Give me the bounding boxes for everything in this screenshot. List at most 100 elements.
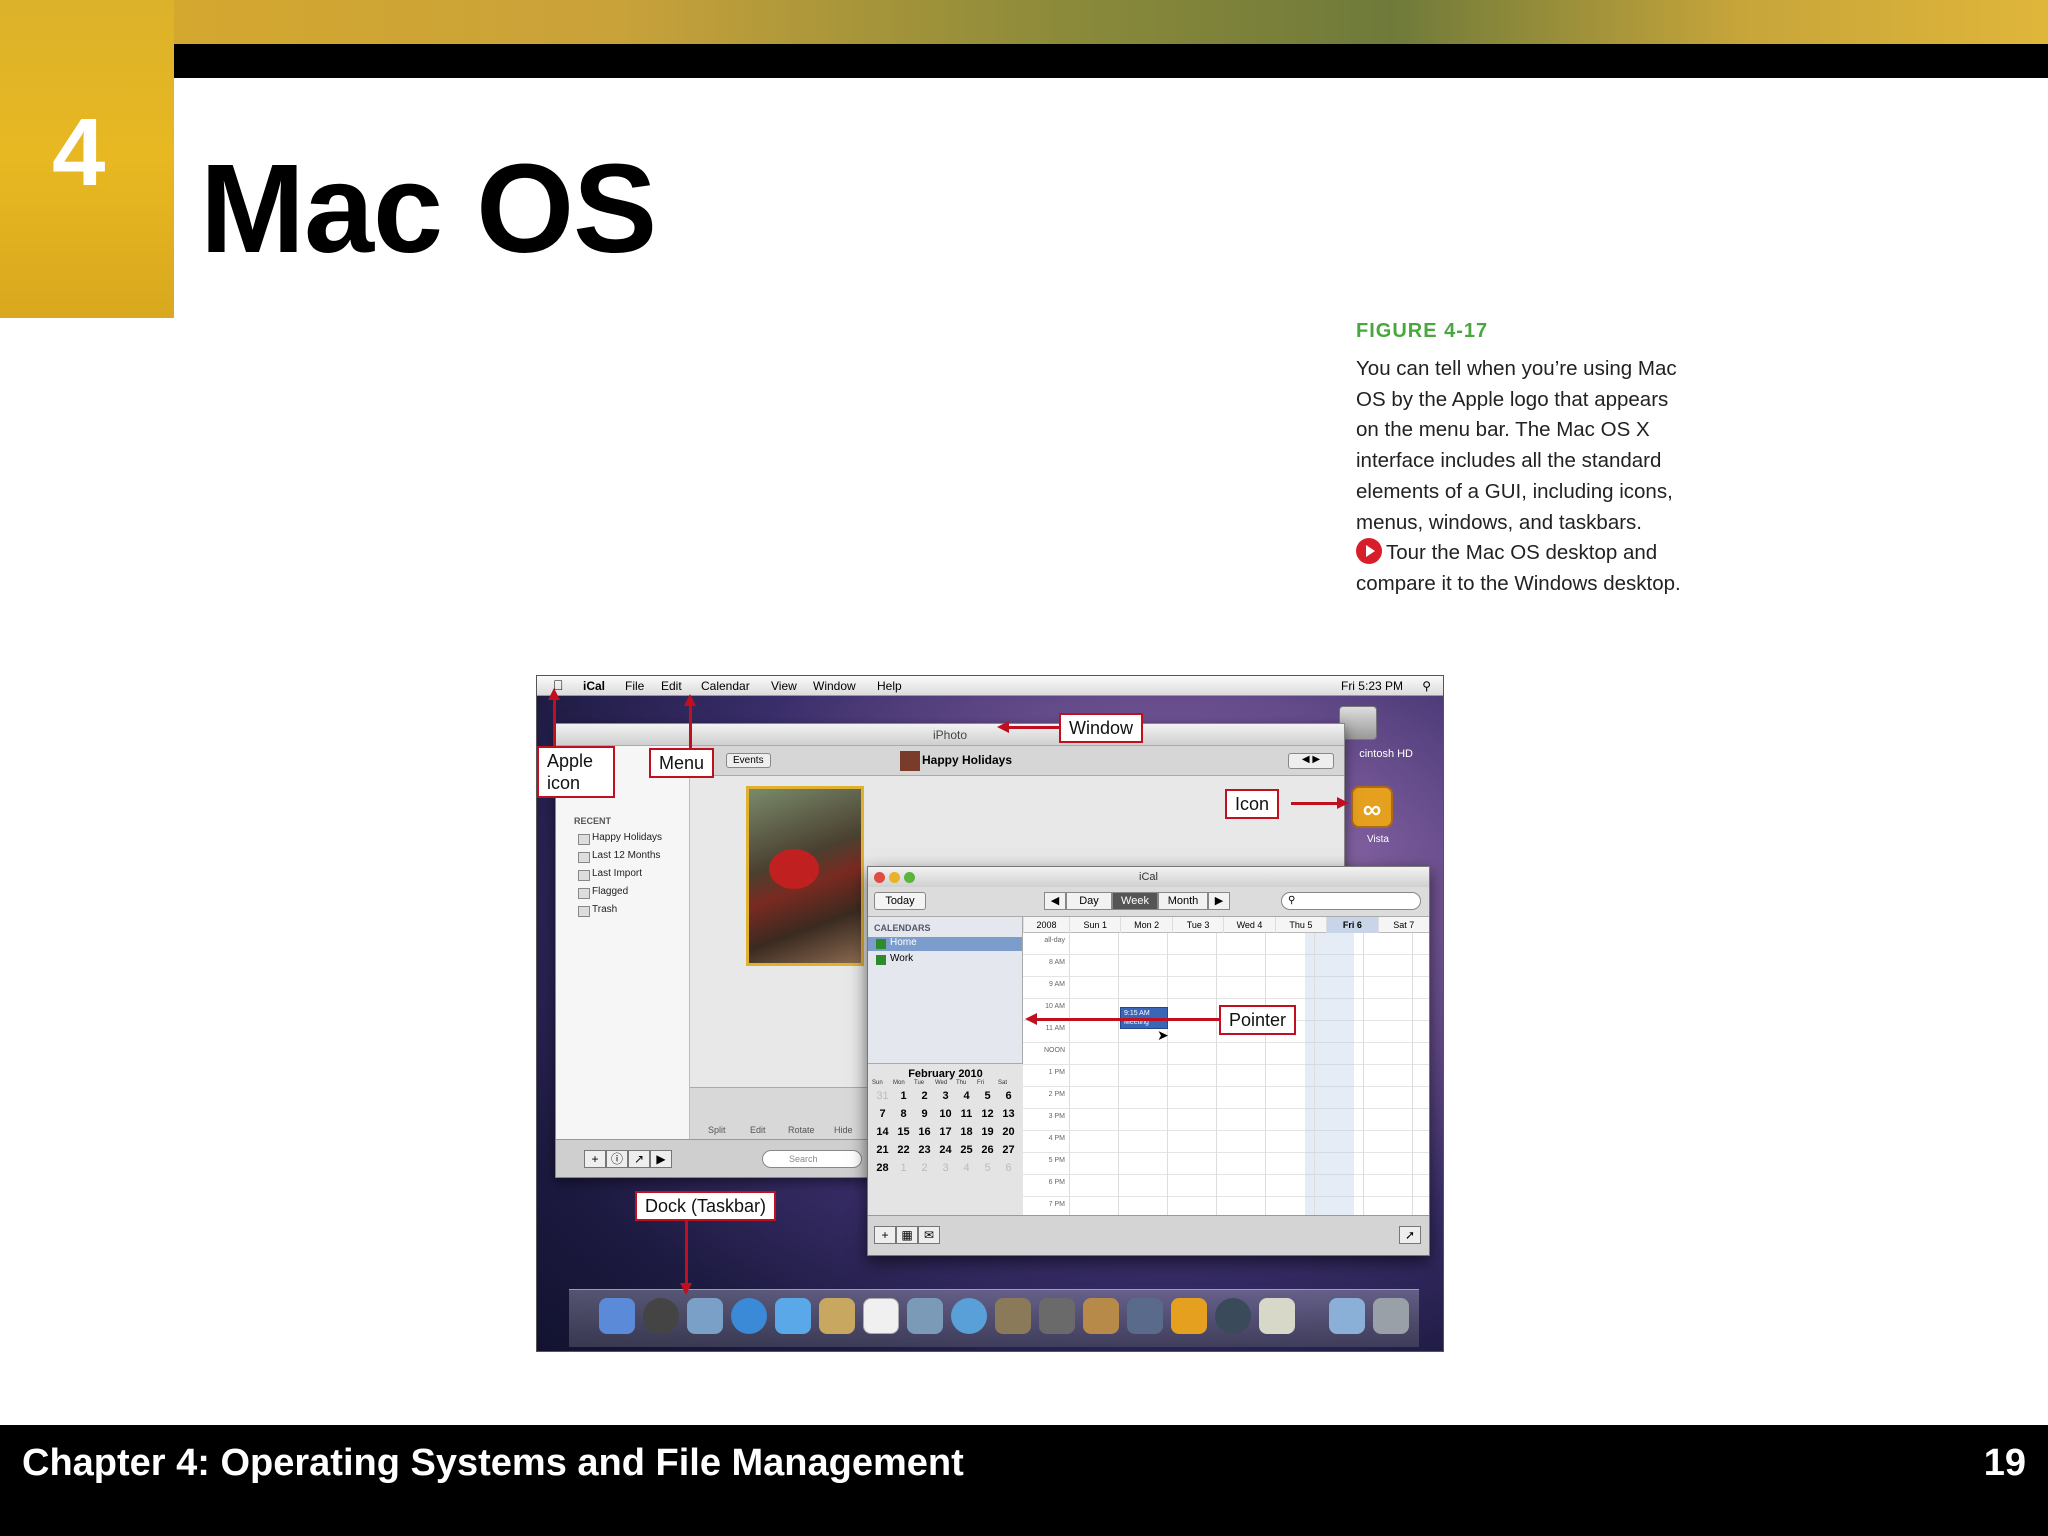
info-button[interactable]: ⓘ bbox=[606, 1150, 628, 1168]
year-label: 2008 bbox=[1023, 917, 1069, 933]
dow-label: Wed bbox=[935, 1080, 948, 1086]
day-header[interactable]: Sun 1 bbox=[1069, 917, 1120, 933]
hard-drive-label: cintosh HD bbox=[1359, 748, 1413, 760]
tab-day[interactable]: Day bbox=[1066, 892, 1112, 910]
today-button[interactable]: Today bbox=[874, 892, 926, 910]
trash-icon[interactable] bbox=[1373, 1298, 1409, 1334]
tool-rotate[interactable]: Rotate bbox=[788, 1125, 815, 1135]
pin-button[interactable]: ➚ bbox=[1399, 1226, 1421, 1244]
textedit-icon[interactable] bbox=[1259, 1298, 1295, 1334]
add-event-button[interactable]: + bbox=[874, 1226, 896, 1244]
ical-search-input[interactable]: ⚲ bbox=[1281, 892, 1421, 910]
menu-edit[interactable]: Edit bbox=[661, 679, 682, 693]
menu-bar:  iCal File Edit Calendar View Window He… bbox=[537, 676, 1443, 696]
sidebar-item-trash[interactable]: Trash bbox=[577, 904, 617, 917]
tool-split[interactable]: Split bbox=[708, 1125, 726, 1135]
calendar-toggle-button[interactable]: ▦ bbox=[896, 1226, 918, 1244]
tool-hide[interactable]: Hide bbox=[834, 1125, 853, 1135]
arrow-icon bbox=[1291, 802, 1337, 805]
tab-week[interactable]: Week bbox=[1112, 892, 1158, 910]
dow-label: Tue bbox=[914, 1080, 925, 1086]
mini-month-title: February 2010 bbox=[908, 1068, 983, 1080]
ical-titlebar[interactable]: iCal bbox=[868, 867, 1429, 887]
ichat-icon[interactable] bbox=[775, 1298, 811, 1334]
iphoto-titlebar[interactable]: iPhoto bbox=[556, 724, 1344, 746]
fullscreen-button[interactable]: ↗ bbox=[628, 1150, 650, 1168]
hour-label: NOON bbox=[1044, 1047, 1065, 1054]
album-thumbnail bbox=[900, 751, 920, 771]
mail-icon[interactable] bbox=[687, 1298, 723, 1334]
mini-days[interactable]: 31 1 2 3 4 5 6 7 8 9 10 11 12 13 14 15 16 17 18 19 20 21 22… bbox=[868, 1090, 1023, 1174]
slide-title: Mac OS bbox=[200, 138, 657, 279]
day-header[interactable]: Thu 5 bbox=[1274, 917, 1326, 933]
sidebar-item-last-12-months[interactable]: Last 12 Months bbox=[577, 850, 660, 863]
dow-label: Fri bbox=[977, 1080, 984, 1086]
menu-calendar[interactable]: Calendar bbox=[701, 679, 750, 693]
vista-icon[interactable]: ∞ bbox=[1351, 786, 1393, 828]
menu-ical[interactable]: iCal bbox=[583, 679, 605, 693]
minimize-icon[interactable] bbox=[889, 872, 900, 883]
day-header[interactable]: Tue 3 bbox=[1171, 917, 1223, 933]
add-button[interactable]: + bbox=[584, 1150, 606, 1168]
ical-icon[interactable] bbox=[863, 1298, 899, 1334]
week-view[interactable]: 2008 Sun 1 Mon 2 Tue 3 Wed 4 Thu 5 Fri 6… bbox=[1023, 917, 1429, 1217]
spaces-icon[interactable] bbox=[1127, 1298, 1163, 1334]
sidebar-item-flagged[interactable]: Flagged bbox=[577, 886, 628, 899]
sidebar-item-last-import[interactable]: Last Import bbox=[577, 868, 642, 881]
itunes-icon[interactable] bbox=[951, 1298, 987, 1334]
dow-label: Sat bbox=[998, 1080, 1008, 1086]
arrow-apple-icon bbox=[553, 696, 556, 746]
zoom-icon[interactable] bbox=[904, 872, 915, 883]
tool-edit[interactable]: Edit bbox=[750, 1125, 766, 1135]
calendar-home[interactable]: Home bbox=[890, 937, 917, 948]
nav-arrows[interactable]: ◀ ▶ bbox=[1288, 753, 1334, 769]
mail-button[interactable]: ✉ bbox=[918, 1226, 940, 1244]
safari-icon[interactable] bbox=[731, 1298, 767, 1334]
play-icon[interactable] bbox=[1356, 538, 1382, 565]
menu-view[interactable]: View bbox=[771, 679, 797, 693]
next-button[interactable]: ▶ bbox=[1208, 892, 1230, 910]
iphoto-sidebar: RECENT Happy Holidays Last 12 Months Las… bbox=[556, 746, 690, 1141]
hour-label: 1 PM bbox=[1048, 1069, 1065, 1076]
day-header[interactable]: Wed 4 bbox=[1223, 917, 1274, 933]
garageband-icon[interactable] bbox=[1083, 1298, 1119, 1334]
callout-menu: Menu bbox=[649, 748, 715, 778]
album-title: Happy Holidays bbox=[922, 753, 1013, 767]
photo-thumbnail[interactable] bbox=[746, 786, 864, 966]
sidebar-item-happy-holidays[interactable]: Happy Holidays bbox=[577, 832, 662, 845]
day-header[interactable]: Sat 7 bbox=[1377, 917, 1429, 933]
menu-window[interactable]: Window bbox=[813, 679, 856, 693]
calendars-header: CALENDARS bbox=[874, 923, 931, 933]
menu-help[interactable]: Help bbox=[877, 679, 902, 693]
day-header-today[interactable]: Fri 6 bbox=[1326, 917, 1378, 933]
iphoto-icon[interactable] bbox=[995, 1298, 1031, 1334]
vista-label: Vista bbox=[1366, 834, 1389, 845]
time-machine-icon[interactable] bbox=[1215, 1298, 1251, 1334]
calendar-work[interactable]: Work bbox=[890, 953, 913, 964]
close-icon[interactable] bbox=[874, 872, 885, 883]
hour-label: 9 AM bbox=[1049, 981, 1065, 988]
finder-icon[interactable] bbox=[599, 1298, 635, 1334]
ical-window[interactable]: iCal Today ◀ Day Week Month ▶ ⚲ CALENDAR… bbox=[867, 866, 1430, 1256]
callout-icon: Icon bbox=[1225, 789, 1280, 819]
day-columns bbox=[1069, 933, 1429, 1217]
tab-month[interactable]: Month bbox=[1158, 892, 1208, 910]
address-book-icon[interactable] bbox=[819, 1298, 855, 1334]
arrow-head bbox=[1025, 1013, 1037, 1025]
day-header[interactable]: Mon 2 bbox=[1120, 917, 1171, 933]
iphoto-search-input[interactable]: Search bbox=[762, 1150, 862, 1168]
vm-icon[interactable] bbox=[1171, 1298, 1207, 1334]
dashboard-icon[interactable] bbox=[643, 1298, 679, 1334]
prev-button[interactable]: ◀ bbox=[1044, 892, 1066, 910]
events-button[interactable]: Events bbox=[726, 753, 771, 768]
imovie-icon[interactable] bbox=[1039, 1298, 1075, 1334]
applications-folder-icon[interactable] bbox=[1329, 1298, 1365, 1334]
preview-icon[interactable] bbox=[907, 1298, 943, 1334]
checkbox-work[interactable] bbox=[876, 955, 886, 965]
slideshow-button[interactable]: ▶ bbox=[650, 1150, 672, 1168]
spotlight-icon[interactable]: ⚲ bbox=[1422, 679, 1431, 693]
menubar-clock[interactable]: Fri 5:23 PM bbox=[1341, 679, 1403, 693]
checkbox-home[interactable] bbox=[876, 939, 886, 949]
mac-desktop-screenshot:  iCal File Edit Calendar View Window He… bbox=[536, 675, 1444, 1352]
menu-file[interactable]: File bbox=[625, 679, 644, 693]
